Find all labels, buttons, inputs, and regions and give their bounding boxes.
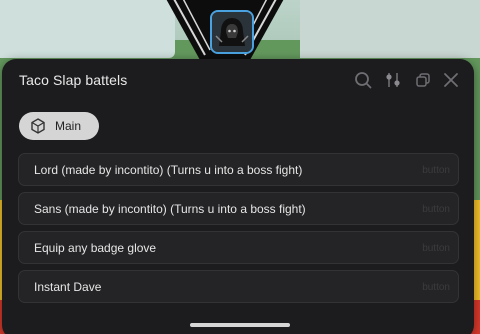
script-hub-window: Taco Slap battels Main Lord (made by inc… — [2, 59, 474, 334]
list-item-label: Lord (made by incontito) (Turns u into a… — [34, 163, 303, 177]
hooded-figure-icon — [212, 12, 252, 52]
settings-sliders-icon[interactable] — [383, 70, 403, 90]
game-background-wall-left — [0, 0, 175, 58]
list-item-label: Sans (made by incontito) (Turns u into a… — [34, 202, 306, 216]
window-title: Taco Slap battels — [19, 72, 128, 88]
sans-boss-button[interactable]: Sans (made by incontito) (Turns u into a… — [18, 192, 459, 225]
list-item-type: button — [422, 165, 450, 176]
list-item-type: button — [422, 204, 450, 215]
tab-main-label: Main — [55, 119, 82, 133]
tab-main[interactable]: Main — [19, 112, 99, 140]
list-item-label: Instant Dave — [34, 280, 102, 294]
hub-avatar[interactable] — [210, 10, 254, 54]
window-titlebar[interactable]: Taco Slap battels — [2, 59, 474, 103]
equip-badge-glove-button[interactable]: Equip any badge glove button — [18, 231, 459, 264]
game-background-wall-right — [300, 0, 480, 58]
home-indicator-bar[interactable] — [190, 323, 290, 327]
minimize-window-icon[interactable] — [413, 70, 433, 90]
button-list: Lord (made by incontito) (Turns u into a… — [18, 153, 459, 309]
search-icon[interactable] — [353, 70, 373, 90]
close-icon[interactable] — [441, 70, 461, 90]
cube-icon — [31, 118, 45, 134]
instant-dave-button[interactable]: Instant Dave button — [18, 270, 459, 303]
list-item-label: Equip any badge glove — [34, 241, 157, 255]
list-item-type: button — [422, 282, 450, 293]
list-item-type: button — [422, 243, 450, 254]
lord-boss-button[interactable]: Lord (made by incontito) (Turns u into a… — [18, 153, 459, 186]
